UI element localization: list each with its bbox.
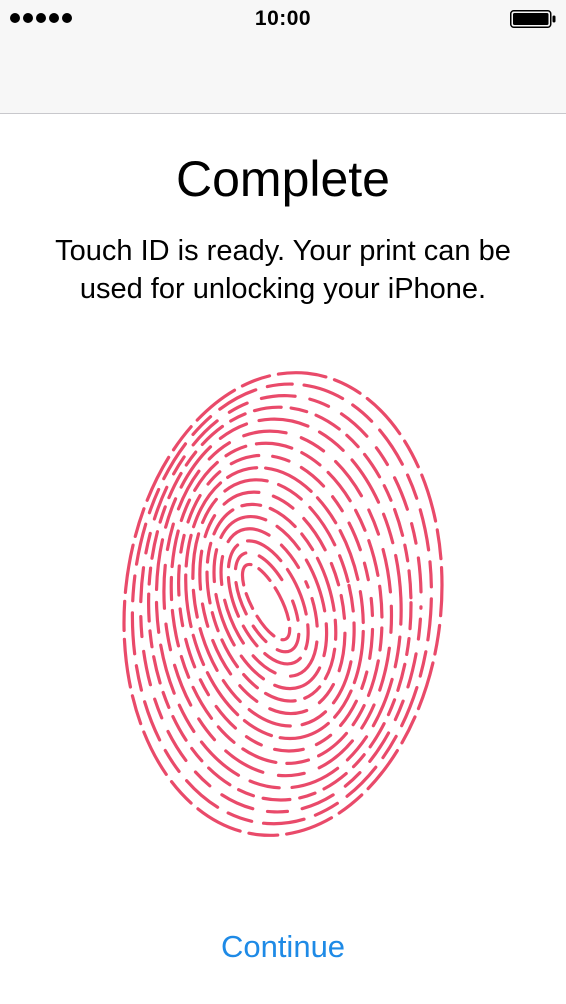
status-bar: 10:00 [0, 0, 566, 38]
fingerprint-ridge [162, 429, 394, 778]
page-title: Complete [176, 151, 390, 207]
touch-id-complete-screen: 10:00 Complete Touch ID is ready. Your p… [0, 0, 566, 1004]
navigation-bar: 10:00 [0, 0, 566, 114]
fingerprint-ridge [233, 551, 301, 654]
fingerprint-ridge [219, 527, 319, 678]
fingerprint-icon [122, 371, 444, 837]
page-subtitle: Touch ID is ready. Your print can be use… [55, 235, 511, 305]
status-time: 10:00 [254, 7, 312, 30]
continue-button[interactable]: Continue [183, 925, 383, 969]
battery-full-icon [510, 10, 556, 28]
